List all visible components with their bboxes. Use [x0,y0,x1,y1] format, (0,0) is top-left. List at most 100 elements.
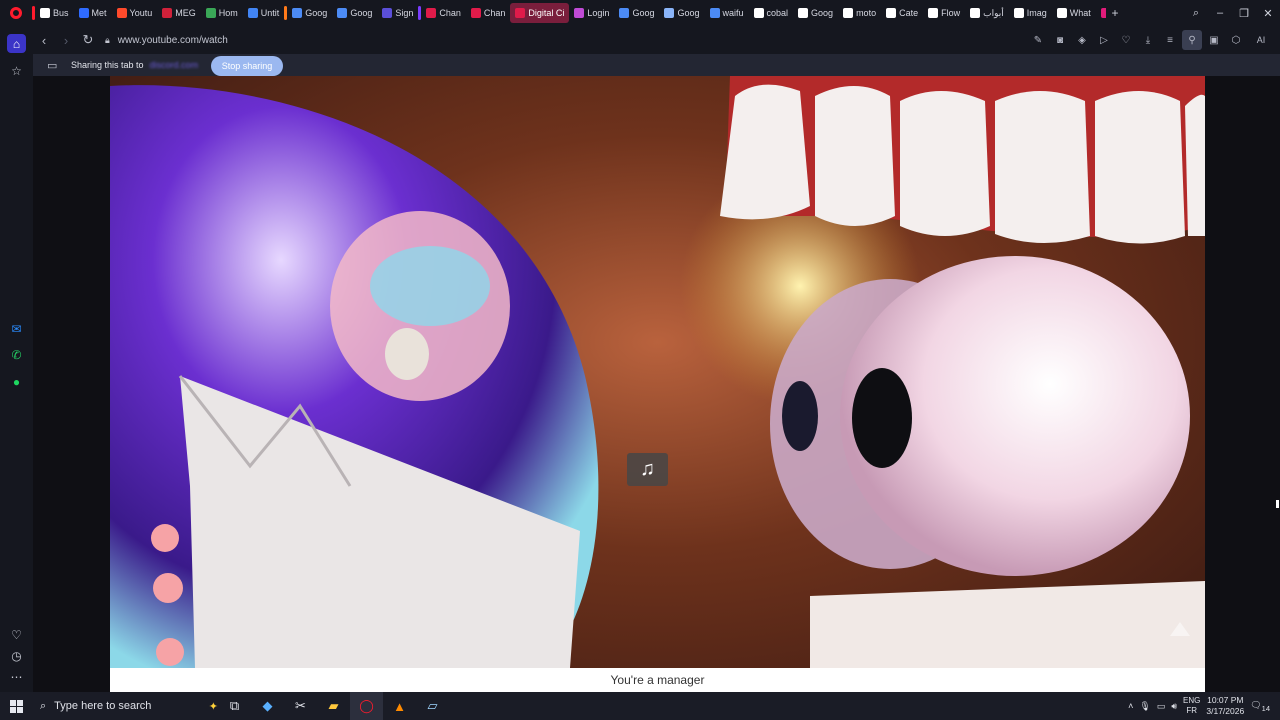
speed-dial-star-icon[interactable]: ☆ [7,61,26,80]
restore-button[interactable]: ❐ [1232,7,1256,20]
windows-taskbar: ⌕ Type here to search ✦ ⧉ ◆ ✂ ▰ ◯ ▲ ▱ ˄ … [0,692,1280,720]
microphone-icon[interactable]: 🎙︎ [1139,701,1150,712]
url-field[interactable]: www.youtube.com/watch [118,35,228,46]
favorites-heart-icon[interactable]: ♡ [7,625,26,644]
home-icon[interactable]: ⌂ [7,34,26,53]
tab-favicon-icon [843,8,854,18]
system-tray: ˄ 🎙︎ ▭ 🔊︎ ENG FR 10:07 PM 3/17/2026 🗨︎14 [1128,692,1280,720]
video-frame-artwork [110,76,1205,668]
tab[interactable]: MEG [157,3,201,23]
language-indicator[interactable]: ENG FR [1183,696,1200,716]
tab[interactable]: Met [74,3,112,23]
tab-favicon-icon [470,8,481,18]
forward-button[interactable]: › [55,33,77,48]
tab-favicon-icon [292,8,303,18]
address-bar: ‹ › ↻ 🔒︎ www.youtube.com/watch ✎ ◙ ◈ ▷ ♡… [33,26,1280,54]
search-tabs-icon[interactable]: ⌕ [1184,7,1208,20]
tab-label: Goog [350,8,373,18]
tab[interactable]: Goog [614,3,659,23]
tab[interactable]: Imag [1009,3,1052,23]
minimize-button[interactable]: – [1208,7,1232,19]
opera-taskbar-icon[interactable]: ◯ [350,692,383,720]
tab[interactable]: (1 [1096,3,1106,23]
tab[interactable]: Sign [377,3,418,23]
tab-favicon-icon [40,8,50,18]
tab[interactable]: Youtu [112,3,158,23]
notifications-icon[interactable]: 🗨︎14 [1250,700,1270,713]
history-clock-icon[interactable]: ◷ [7,646,26,665]
opera-logo-icon[interactable] [0,0,32,26]
clock[interactable]: 10:07 PM 3/17/2026 [1206,695,1244,717]
screen-share-icon: ▭ [47,59,58,72]
aria-ai-button[interactable]: AI [1248,30,1274,50]
tab[interactable]: Flow [923,3,965,23]
tab[interactable]: Chan [421,3,466,23]
tab[interactable]: moto [838,3,881,23]
tab-favicon-icon [1013,8,1024,18]
edit-icon[interactable]: ✎ [1028,30,1048,50]
tab-favicon-icon [753,8,764,18]
whatsapp-icon[interactable]: ✆ [7,345,26,364]
tab[interactable]: Bus [35,3,74,23]
tab[interactable]: Cate [881,3,923,23]
language-code: ENG [1183,696,1201,705]
tab[interactable]: أبواب [965,3,1009,23]
tab[interactable]: Goog [287,3,332,23]
show-hidden-icons-icon[interactable]: ˄ [1128,701,1133,711]
video-player[interactable]: ♫ [110,76,1205,668]
shield-icon[interactable]: ◈ [1072,30,1092,50]
reload-button[interactable]: ↻ [77,32,99,48]
notepad-icon[interactable]: ▱ [416,692,449,720]
task-view-icon[interactable]: ⧉ [218,692,251,720]
menu-icon[interactable]: ≡ [1160,30,1180,50]
tab-favicon-icon [247,8,258,18]
tab[interactable]: Goog [332,3,377,23]
tab-favicon-icon [162,8,173,18]
snipping-tool-icon[interactable]: ✂ [284,692,317,720]
volume-icon[interactable]: 🔊︎ [1171,701,1177,712]
tab-favicon-icon [78,8,89,18]
camera-icon[interactable]: ◙ [1050,30,1070,50]
tab[interactable]: Goog [793,3,838,23]
file-explorer-icon[interactable]: ▰ [317,692,350,720]
tab-active[interactable]: Digital Ci [510,3,570,23]
back-button[interactable]: ‹ [33,33,55,48]
messenger-icon[interactable]: ✉ [7,319,26,338]
clock-date: 3/17/2026 [1206,706,1245,716]
tab-label: Login [587,8,610,18]
tab-label: MEG [175,8,196,18]
extensions-cube-icon[interactable]: ⬡ [1226,30,1246,50]
page-viewport: ♫ You're a manager [33,76,1280,692]
tab-label: waifu [722,8,744,18]
new-tab-button[interactable]: + [1106,6,1124,20]
tab-label: Chan [439,8,461,18]
network-icon[interactable]: ▭ [1157,701,1166,712]
tab-label: أبواب [983,7,1004,18]
tab-strip: Bus Met Youtu MEG Hom Untit Goog Goog Sign Chan Ch… [32,0,1106,26]
profile-icon[interactable]: ⚲ [1182,30,1202,50]
search-placeholder: Type here to search [54,700,152,712]
spotify-icon[interactable]: ● [7,372,26,391]
tab-label: Met [91,8,107,18]
windows-start-icon[interactable] [0,692,32,720]
tab[interactable]: waifu [705,3,749,23]
tab[interactable]: Chan [466,3,511,23]
taskbar-search[interactable]: ⌕ Type here to search ✦ [32,692,218,720]
close-window-button[interactable]: ✕ [1256,7,1280,20]
download-icon[interactable]: ⤓ [1138,30,1158,50]
heart-icon[interactable]: ♡ [1116,30,1136,50]
tab[interactable]: cobal [749,3,794,23]
tab-islands-icon[interactable]: ▣ [1204,30,1224,50]
copilot-icon[interactable]: ◆ [251,692,284,720]
address-bar-tools: ✎ ◙ ◈ ▷ ♡ ⤓ ≡ ⚲ ▣ ⬡ AI [1028,30,1274,50]
tab[interactable]: Hom [201,3,243,23]
stop-sharing-button[interactable]: Stop sharing [211,56,283,76]
tab[interactable]: Untit [243,3,285,23]
sidebar-more-icon[interactable]: ⋯ [7,667,26,686]
tab[interactable]: Login [569,3,614,23]
tab[interactable]: Goog [659,3,704,23]
play-icon[interactable]: ▷ [1094,30,1114,50]
clock-time: 10:07 PM [1207,695,1244,705]
vlc-icon[interactable]: ▲ [383,692,416,720]
tab[interactable]: What [1052,3,1096,23]
